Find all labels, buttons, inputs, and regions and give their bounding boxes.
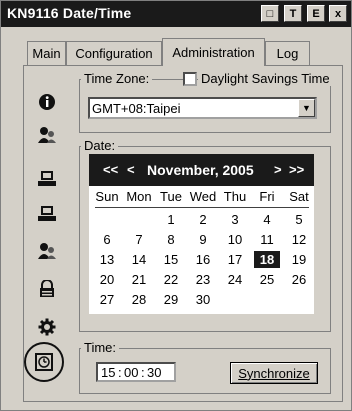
lock-icon[interactable]: [37, 279, 57, 299]
calendar-day[interactable]: 6: [94, 231, 120, 248]
chevron-down-icon[interactable]: ▼: [298, 99, 315, 117]
pin-button[interactable]: T: [284, 5, 302, 22]
calendar: << < November, 2005 > >> Sun Mon Tue Wed Thu…: [89, 154, 314, 314]
window-title: KN9116 Date/Time: [7, 5, 132, 21]
clock-icon-selected[interactable]: [24, 342, 64, 382]
calendar-day[interactable]: 9: [190, 231, 216, 248]
restore-button[interactable]: □: [261, 5, 279, 22]
tab-configuration[interactable]: Configuration: [66, 41, 162, 65]
weekday-header: Sat: [289, 189, 309, 204]
tab-main[interactable]: Main: [27, 41, 66, 65]
calendar-day[interactable]: 16: [190, 251, 216, 268]
calendar-day[interactable]: 21: [126, 271, 152, 288]
synchronize-label: Synchronize: [238, 365, 310, 381]
calendar-day[interactable]: 7: [126, 231, 152, 248]
prev-year-button[interactable]: <<: [103, 162, 118, 177]
calendar-day[interactable]: 5: [286, 211, 312, 228]
time-input[interactable]: 15 : 00 : 30: [96, 362, 176, 382]
calendar-day[interactable]: 10: [222, 231, 248, 248]
time-minutes[interactable]: 00: [124, 365, 138, 380]
calendar-day[interactable]: 1: [158, 211, 184, 228]
next-year-button[interactable]: >>: [289, 162, 304, 177]
weekday-header: Mon: [126, 189, 152, 204]
device-icon[interactable]: [37, 204, 57, 224]
weekday-header: Fri: [259, 189, 275, 204]
title-bar: KN9116 Date/Time □ T E x: [1, 1, 351, 27]
time-zone-label: Time Zone:: [81, 71, 153, 86]
calendar-day[interactable]: 22: [158, 271, 184, 288]
dst-label: Daylight Savings Time: [198, 71, 333, 86]
calendar-day[interactable]: 29: [158, 291, 184, 308]
time-hours[interactable]: 15: [101, 365, 115, 380]
weekday-header: Tue: [160, 189, 182, 204]
calendar-day[interactable]: 15: [158, 251, 184, 268]
next-month-button[interactable]: >: [274, 162, 282, 177]
device-icon[interactable]: [37, 169, 57, 189]
calendar-day[interactable]: 12: [286, 231, 312, 248]
time-label: Time:: [81, 340, 120, 355]
tab-administration[interactable]: Administration: [162, 38, 265, 66]
tab-log[interactable]: Log: [265, 41, 310, 65]
info-icon[interactable]: [37, 92, 57, 112]
weekday-header: Sun: [95, 189, 119, 204]
date-time-window: KN9116 Date/Time □ T E x Main Configurat…: [0, 0, 352, 411]
time-zone-value: GMT+08:Taipei: [92, 101, 181, 116]
calendar-header: << < November, 2005 > >>: [89, 154, 314, 186]
month-label: November, 2005: [147, 162, 254, 178]
calendar-day[interactable]: 25: [254, 271, 280, 288]
calendar-day[interactable]: 3: [222, 211, 248, 228]
calendar-day[interactable]: 23: [190, 271, 216, 288]
calendar-day[interactable]: 17: [222, 251, 248, 268]
calendar-day[interactable]: 4: [254, 211, 280, 228]
synchronize-button[interactable]: Synchronize: [230, 362, 318, 384]
calendar-day[interactable]: 28: [126, 291, 152, 308]
weekday-header: Thu: [223, 189, 247, 204]
calendar-day[interactable]: 24: [222, 271, 248, 288]
time-zone-select[interactable]: GMT+08:Taipei ▼: [88, 97, 317, 119]
calendar-day-selected[interactable]: 18: [254, 251, 280, 268]
calendar-day[interactable]: 8: [158, 231, 184, 248]
prev-month-button[interactable]: <: [127, 162, 135, 177]
calendar-day[interactable]: 13: [94, 251, 120, 268]
calendar-day[interactable]: 19: [286, 251, 312, 268]
user-icon[interactable]: [37, 125, 57, 145]
close-button[interactable]: x: [329, 5, 347, 22]
weekday-divider: [95, 207, 309, 208]
calendar-day[interactable]: 2: [190, 211, 216, 228]
dst-checkbox[interactable]: [183, 72, 197, 86]
gear-icon[interactable]: [37, 317, 57, 337]
weekday-header: Wed: [189, 189, 217, 204]
calendar-day[interactable]: 30: [190, 291, 216, 308]
clock-icon: [35, 353, 53, 371]
calendar-day[interactable]: 26: [286, 271, 312, 288]
calendar-day[interactable]: 11: [254, 231, 280, 248]
exit-button[interactable]: E: [307, 5, 325, 22]
calendar-day[interactable]: 27: [94, 291, 120, 308]
calendar-day[interactable]: 14: [126, 251, 152, 268]
date-label: Date:: [81, 138, 119, 153]
time-seconds[interactable]: 30: [147, 365, 161, 380]
users-icon[interactable]: [37, 241, 57, 261]
calendar-day[interactable]: 20: [94, 271, 120, 288]
